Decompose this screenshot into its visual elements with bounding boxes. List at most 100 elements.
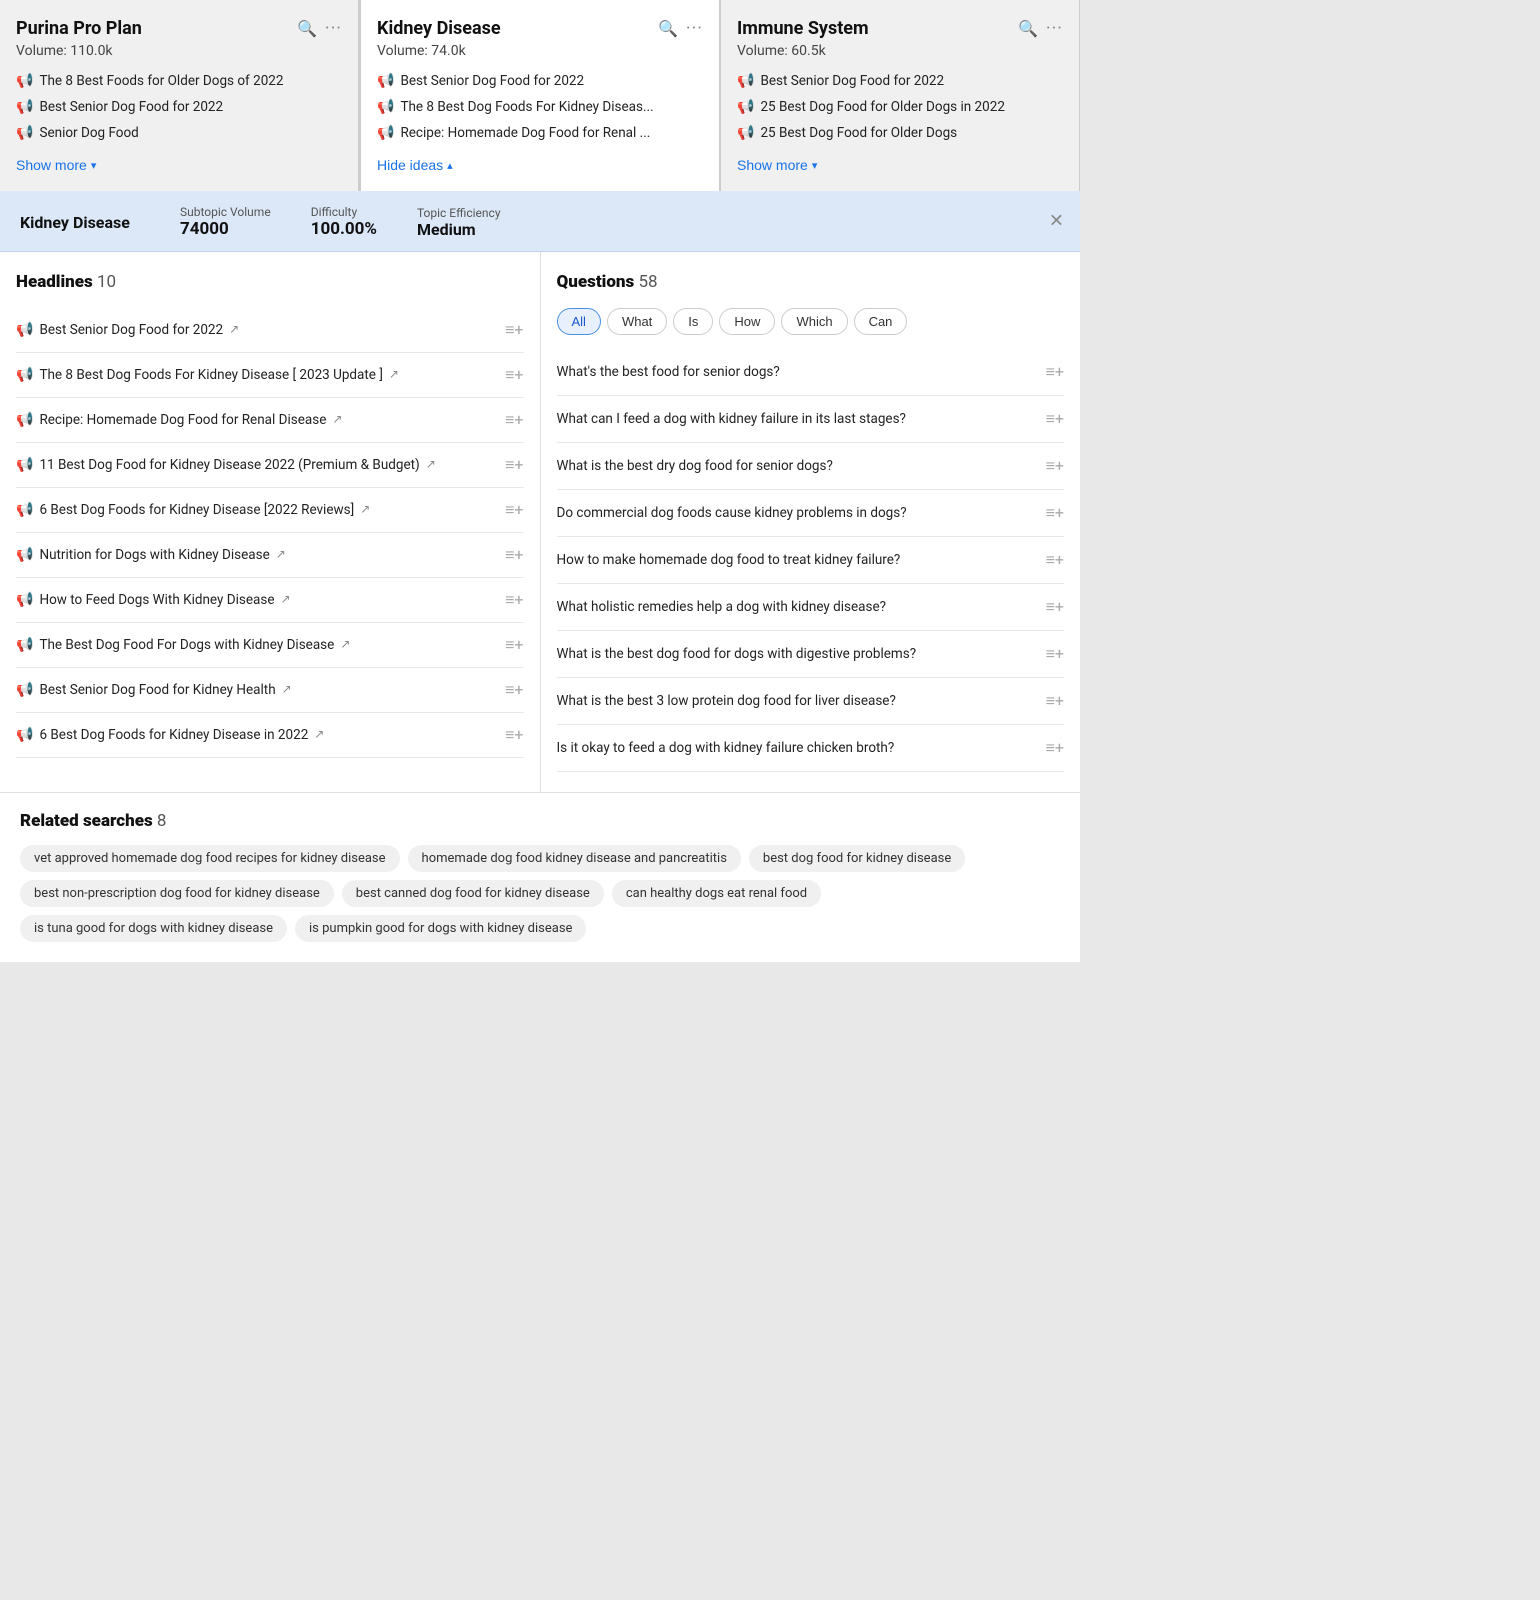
filter-tab-is[interactable]: Is xyxy=(673,308,713,335)
headline-item: 📢 Best Senior Dog Food for 2022 ↗ ≡+ xyxy=(16,308,524,353)
add-to-list-icon[interactable]: ≡+ xyxy=(1046,409,1064,429)
headline-left: 📢 Recipe: Homemade Dog Food for Renal Di… xyxy=(16,412,497,428)
related-tag[interactable]: best non-prescription dog food for kidne… xyxy=(20,880,334,907)
related-searches-section: Related searches 8 vet approved homemade… xyxy=(0,792,1080,962)
external-link-icon[interactable]: ↗ xyxy=(314,727,324,741)
add-to-list-icon[interactable]: ≡+ xyxy=(1046,644,1064,664)
top-cards-section: Purina Pro Plan 🔍 ··· Volume: 110.0k 📢 T… xyxy=(0,0,1080,191)
add-to-list-icon[interactable]: ≡+ xyxy=(1046,503,1064,523)
external-link-icon[interactable]: ↗ xyxy=(280,592,290,606)
add-to-list-icon[interactable]: ≡+ xyxy=(505,545,523,565)
megaphone-gray-icon: 📢 xyxy=(16,457,33,473)
show-more-button-purina[interactable]: Show more ▾ xyxy=(16,157,96,173)
questions-title: Questions 58 xyxy=(557,272,1065,292)
headline-text: Nutrition for Dogs with Kidney Disease xyxy=(39,547,269,563)
external-link-icon[interactable]: ↗ xyxy=(276,547,286,561)
filter-tab-how[interactable]: How xyxy=(719,308,775,335)
search-icon[interactable]: 🔍 xyxy=(297,19,317,38)
question-text: Is it okay to feed a dog with kidney fai… xyxy=(557,740,1046,756)
headline-item: 📢 Nutrition for Dogs with Kidney Disease… xyxy=(16,533,524,578)
related-tag[interactable]: vet approved homemade dog food recipes f… xyxy=(20,845,400,872)
add-to-list-icon[interactable]: ≡+ xyxy=(1046,597,1064,617)
question-text: What is the best dry dog food for senior… xyxy=(557,458,1046,474)
filter-tab-which[interactable]: Which xyxy=(781,308,847,335)
main-content: Headlines 10 📢 Best Senior Dog Food for … xyxy=(0,252,1080,792)
filter-tab-what[interactable]: What xyxy=(607,308,667,335)
card-purina-volume: Volume: 110.0k xyxy=(16,43,342,59)
headline-item: 📢 6 Best Dog Foods for Kidney Disease in… xyxy=(16,713,524,758)
headline-text: How to Feed Dogs With Kidney Disease xyxy=(39,592,274,608)
megaphone-blue-icon: 📢 xyxy=(737,99,754,115)
card-item: 📢 Senior Dog Food xyxy=(16,125,342,141)
more-icon[interactable]: ··· xyxy=(686,18,703,39)
detail-difficulty-label: Difficulty xyxy=(311,205,377,219)
external-link-icon[interactable]: ↗ xyxy=(389,367,399,381)
question-item: What is the best 3 low protein dog food … xyxy=(557,678,1065,725)
headline-text: The Best Dog Food For Dogs with Kidney D… xyxy=(39,637,334,653)
more-icon[interactable]: ··· xyxy=(325,18,342,39)
card-item: 📢 Best Senior Dog Food for 2022 xyxy=(737,73,1063,89)
related-tag[interactable]: can healthy dogs eat renal food xyxy=(612,880,821,907)
search-icon[interactable]: 🔍 xyxy=(658,19,678,38)
question-item: What's the best food for senior dogs? ≡+ xyxy=(557,349,1065,396)
external-link-icon[interactable]: ↗ xyxy=(229,322,239,336)
card-item: 📢 The 8 Best Foods for Older Dogs of 202… xyxy=(16,73,342,89)
related-tag[interactable]: best dog food for kidney disease xyxy=(749,845,965,872)
detail-subtopic-volume: Subtopic Volume 74000 xyxy=(180,205,271,239)
more-icon[interactable]: ··· xyxy=(1046,18,1063,39)
hide-ideas-button[interactable]: Hide ideas ▴ xyxy=(377,157,453,173)
headline-actions: ≡+ xyxy=(505,590,523,610)
add-to-list-icon[interactable]: ≡+ xyxy=(1046,550,1064,570)
headline-left: 📢 The Best Dog Food For Dogs with Kidney… xyxy=(16,637,497,653)
megaphone-blue-icon: 📢 xyxy=(16,99,33,115)
add-to-list-icon[interactable]: ≡+ xyxy=(505,320,523,340)
external-link-icon[interactable]: ↗ xyxy=(360,502,370,516)
add-to-list-icon[interactable]: ≡+ xyxy=(505,410,523,430)
headline-text: Best Senior Dog Food for 2022 xyxy=(39,322,223,338)
add-to-list-icon[interactable]: ≡+ xyxy=(505,590,523,610)
headline-text: 6 Best Dog Foods for Kidney Disease in 2… xyxy=(39,727,308,743)
add-to-list-icon[interactable]: ≡+ xyxy=(1046,456,1064,476)
add-to-list-icon[interactable]: ≡+ xyxy=(505,725,523,745)
card-immune: Immune System 🔍 ··· Volume: 60.5k 📢 Best… xyxy=(721,0,1080,191)
add-to-list-icon[interactable]: ≡+ xyxy=(1046,362,1064,382)
add-to-list-icon[interactable]: ≡+ xyxy=(505,455,523,475)
headline-text: The 8 Best Dog Foods For Kidney Disease … xyxy=(39,367,382,383)
headline-item: 📢 How to Feed Dogs With Kidney Disease ↗… xyxy=(16,578,524,623)
external-link-icon[interactable]: ↗ xyxy=(340,637,350,651)
question-text: What is the best dog food for dogs with … xyxy=(557,646,1046,662)
external-link-icon[interactable]: ↗ xyxy=(426,457,436,471)
add-to-list-icon[interactable]: ≡+ xyxy=(1046,738,1064,758)
card-kidney-header: Kidney Disease 🔍 ··· xyxy=(377,18,703,39)
chevron-up-icon: ▴ xyxy=(447,159,453,172)
show-more-button-immune[interactable]: Show more ▾ xyxy=(737,157,817,173)
related-searches-title: Related searches 8 xyxy=(20,811,1060,831)
add-to-list-icon[interactable]: ≡+ xyxy=(505,500,523,520)
add-to-list-icon[interactable]: ≡+ xyxy=(505,680,523,700)
card-purina: Purina Pro Plan 🔍 ··· Volume: 110.0k 📢 T… xyxy=(0,0,359,191)
add-to-list-icon[interactable]: ≡+ xyxy=(1046,691,1064,711)
megaphone-green-icon: 📢 xyxy=(16,322,33,338)
detail-subtopic-volume-value: 74000 xyxy=(180,219,271,239)
related-tag[interactable]: best canned dog food for kidney disease xyxy=(342,880,604,907)
detail-difficulty: Difficulty 100.00% xyxy=(311,205,377,239)
related-tag[interactable]: is pumpkin good for dogs with kidney dis… xyxy=(295,915,586,942)
related-tags-container: vet approved homemade dog food recipes f… xyxy=(20,845,1060,942)
add-to-list-icon[interactable]: ≡+ xyxy=(505,365,523,385)
close-button[interactable]: ✕ xyxy=(1049,211,1064,232)
search-icon[interactable]: 🔍 xyxy=(1018,19,1038,38)
headline-actions: ≡+ xyxy=(505,320,523,340)
detail-difficulty-value: 100.00% xyxy=(311,219,377,239)
filter-tab-can[interactable]: Can xyxy=(854,308,908,335)
filter-tab-all[interactable]: All xyxy=(557,308,601,335)
external-link-icon[interactable]: ↗ xyxy=(332,412,342,426)
question-text: What can I feed a dog with kidney failur… xyxy=(557,411,1046,427)
related-tag[interactable]: is tuna good for dogs with kidney diseas… xyxy=(20,915,287,942)
headline-actions: ≡+ xyxy=(505,410,523,430)
add-to-list-icon[interactable]: ≡+ xyxy=(505,635,523,655)
external-link-icon[interactable]: ↗ xyxy=(282,682,292,696)
detail-panel: Kidney Disease Subtopic Volume 74000 Dif… xyxy=(0,191,1080,252)
headline-left: 📢 The 8 Best Dog Foods For Kidney Diseas… xyxy=(16,367,497,383)
megaphone-gray-icon: 📢 xyxy=(16,547,33,563)
related-tag[interactable]: homemade dog food kidney disease and pan… xyxy=(408,845,741,872)
